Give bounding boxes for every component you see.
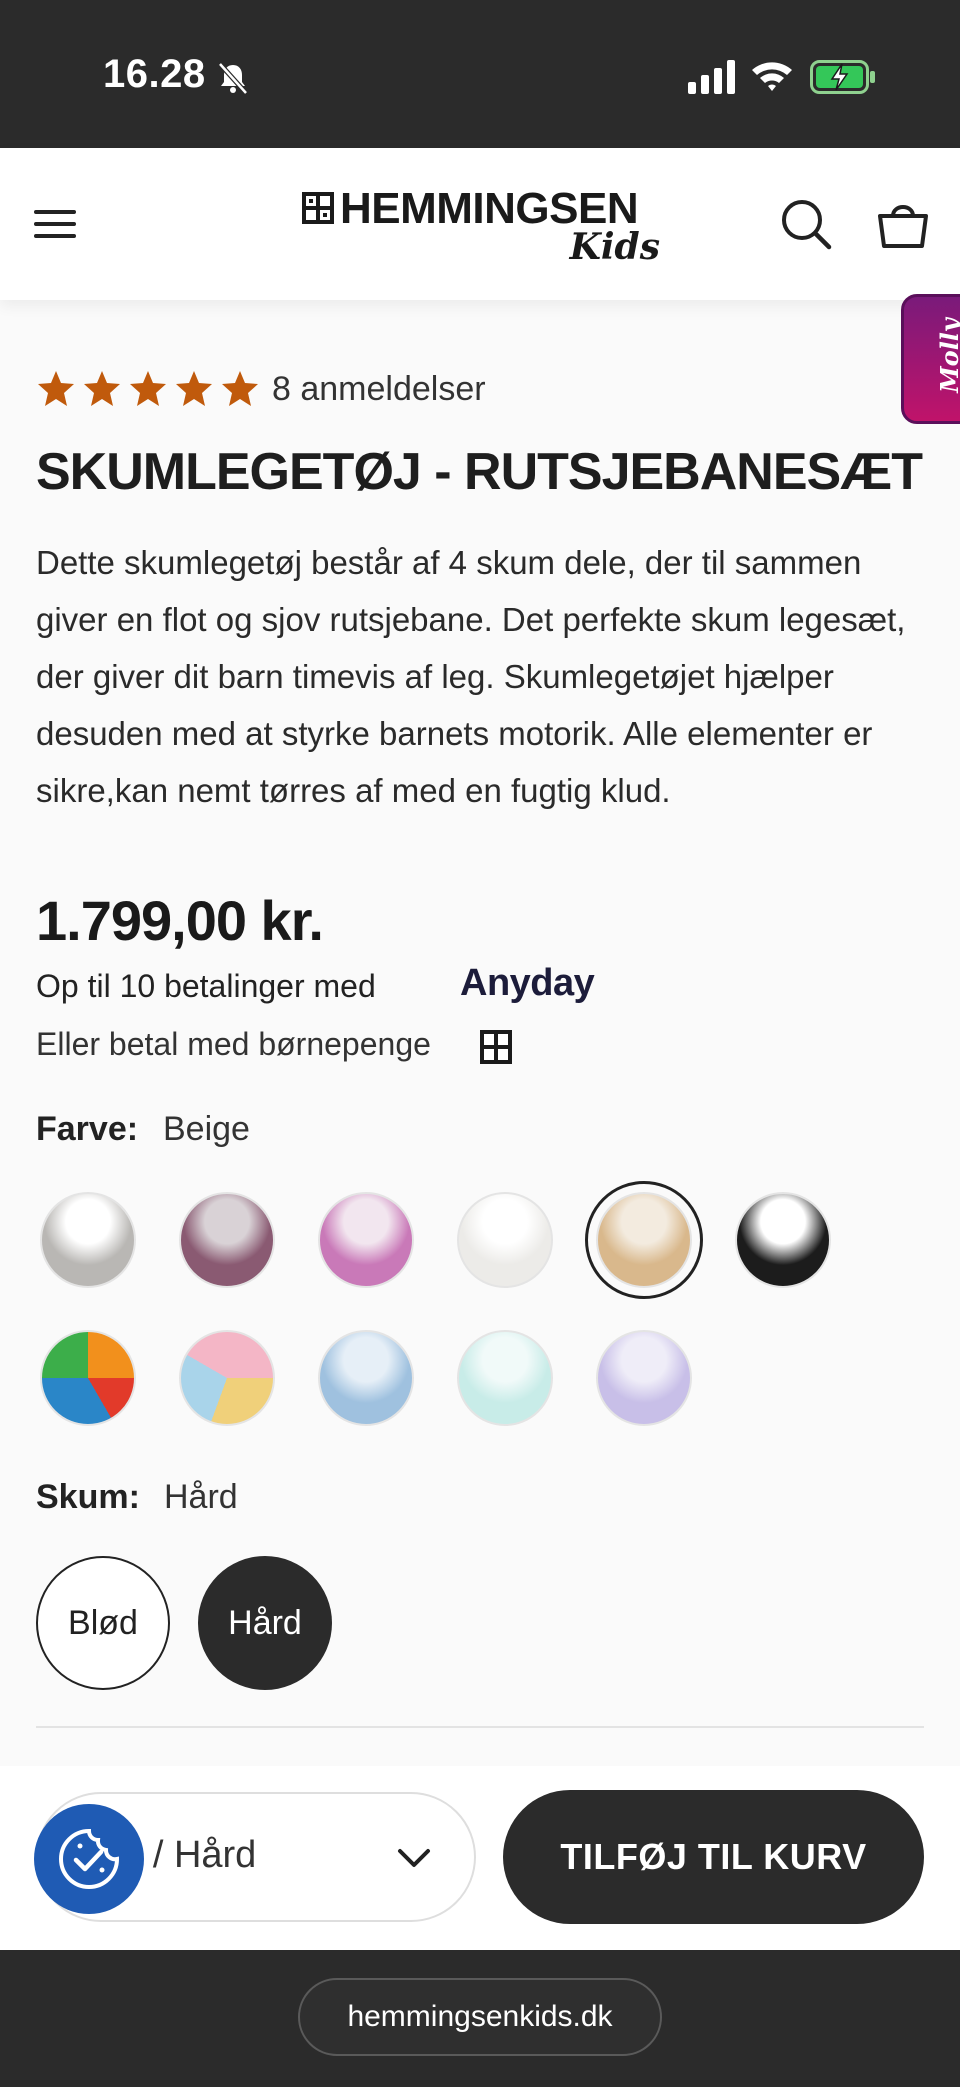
cellular-signal-icon — [688, 60, 735, 94]
anyday-logo[interactable]: Anyday — [460, 962, 595, 1005]
logo-mark-icon — [302, 192, 334, 224]
wifi-icon — [752, 62, 792, 91]
childmoney-text: Eller betal med børnepenge — [36, 1026, 431, 1062]
chevron-down-icon — [398, 1849, 430, 1867]
color-swatch-multicolor[interactable] — [40, 1330, 136, 1426]
star-icon — [84, 371, 120, 406]
color-swatch-blue[interactable] — [318, 1330, 414, 1426]
molly-label: Molly — [934, 318, 960, 393]
product-description: Dette skumlegetøj består af 4 skum dele,… — [36, 544, 906, 809]
childmoney-logo-icon[interactable] — [480, 1030, 512, 1064]
hamburger-menu-icon[interactable] — [32, 204, 78, 244]
cookie-check-icon — [59, 1828, 120, 1889]
molly-chat-tab[interactable]: Molly — [901, 294, 960, 424]
sticky-cart-bar: ge / Hård TILFØJ TIL KURV — [0, 1766, 960, 1950]
logo-sub: Kids — [569, 226, 660, 268]
add-to-cart-button[interactable]: TILFØJ TIL KURV — [503, 1790, 924, 1924]
search-icon[interactable] — [780, 198, 832, 250]
color-swatch-black[interactable] — [735, 1192, 831, 1288]
color-swatch-lavender[interactable] — [596, 1330, 692, 1426]
status-bar: 16.28 — [0, 0, 960, 148]
rating-stars — [36, 369, 266, 409]
foam-label: Skum: — [36, 1478, 140, 1516]
color-value: Beige — [163, 1110, 250, 1148]
star-icon — [176, 371, 212, 406]
product-price: 1.799,00 kr. — [36, 889, 324, 952]
color-swatch-pink[interactable] — [318, 1192, 414, 1288]
star-icon — [38, 371, 74, 406]
battery-charging-icon — [810, 60, 875, 94]
product-title: SKUMLEGETØJ - RUTSJEBANESÆT — [36, 443, 923, 501]
browser-bottom-bar: hemmingsenkids.dk — [0, 1950, 960, 2087]
section-divider — [36, 1726, 924, 1728]
status-time: 16.28 — [103, 52, 206, 96]
url-bar[interactable]: hemmingsenkids.dk — [298, 1978, 662, 2056]
hemmingsen-kids-logo[interactable]: HEMMINGSEN Kids — [302, 184, 662, 270]
color-swatch-mint[interactable] — [457, 1330, 553, 1426]
foam-option-hard[interactable]: Hård — [198, 1556, 332, 1690]
review-count: 8 anmeldelser — [272, 369, 486, 408]
foam-option-soft[interactable]: Blød — [36, 1556, 170, 1690]
color-swatch-white[interactable] — [457, 1192, 553, 1288]
color-swatch-pastel[interactable] — [179, 1330, 275, 1426]
product-rating[interactable]: 8 anmeldelser — [36, 366, 486, 412]
color-swatch-beige[interactable] — [596, 1192, 692, 1288]
site-header: HEMMINGSEN Kids — [0, 148, 960, 300]
color-swatch-photo[interactable] — [40, 1192, 136, 1288]
cart-bag-icon[interactable] — [876, 198, 930, 250]
star-icon — [222, 371, 258, 406]
color-swatch-plum[interactable] — [179, 1192, 275, 1288]
cookie-consent-button[interactable] — [34, 1804, 144, 1914]
bell-muted-icon — [218, 62, 248, 95]
star-icon — [130, 371, 166, 406]
foam-value: Hård — [164, 1478, 238, 1516]
installments-text: Op til 10 betalinger med — [36, 968, 376, 1004]
color-label: Farve: — [36, 1110, 139, 1148]
